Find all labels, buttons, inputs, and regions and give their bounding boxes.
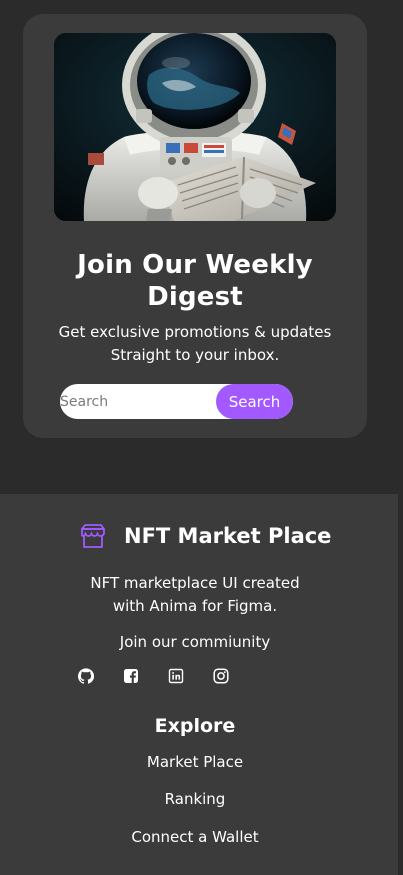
community-label: Join our commiunity — [119, 633, 271, 651]
site-footer: NFT Market Place NFT marketplace UI crea… — [0, 494, 398, 875]
instagram-icon[interactable] — [213, 668, 229, 684]
newsletter-subtitle-line1: Get exclusive promotions & updates — [58, 323, 332, 341]
newsletter-subtitle-line2: Straight to your inbox. — [110, 346, 280, 364]
github-icon[interactable] — [78, 668, 94, 684]
market-place-link[interactable]: Market Place — [0, 751, 390, 773]
newsletter-title-line2: Digest — [147, 282, 243, 312]
subscribe-form: Search — [60, 384, 293, 419]
page-edge — [398, 494, 403, 875]
subscribe-button[interactable]: Search — [216, 384, 293, 419]
storefront-icon — [81, 524, 105, 548]
linkedin-icon[interactable] — [168, 668, 184, 684]
newsletter-card: Join Our Weekly Digest Get exclusive pro… — [23, 14, 367, 438]
footer-tagline-line2: with Anima for Figma. — [112, 597, 278, 615]
footer-tagline-line1: NFT marketplace UI created — [90, 574, 300, 592]
connect-wallet-link[interactable]: Connect a Wallet — [0, 826, 390, 848]
astronaut-image — [54, 33, 336, 221]
explore-heading: Explore — [154, 715, 236, 737]
newsletter-subtitle: Get exclusive promotions & updates Strai… — [23, 321, 367, 367]
social-links — [78, 668, 229, 684]
facebook-icon[interactable] — [123, 668, 139, 684]
ranking-link[interactable]: Ranking — [0, 788, 390, 810]
newsletter-title: Join Our Weekly Digest — [23, 249, 367, 313]
footer-brand[interactable]: NFT Market Place — [80, 522, 331, 550]
newsletter-title-line1: Join Our Weekly — [77, 250, 313, 280]
footer-tagline: NFT marketplace UI created with Anima fo… — [0, 572, 390, 618]
brand-name: NFT Market Place — [124, 524, 332, 548]
